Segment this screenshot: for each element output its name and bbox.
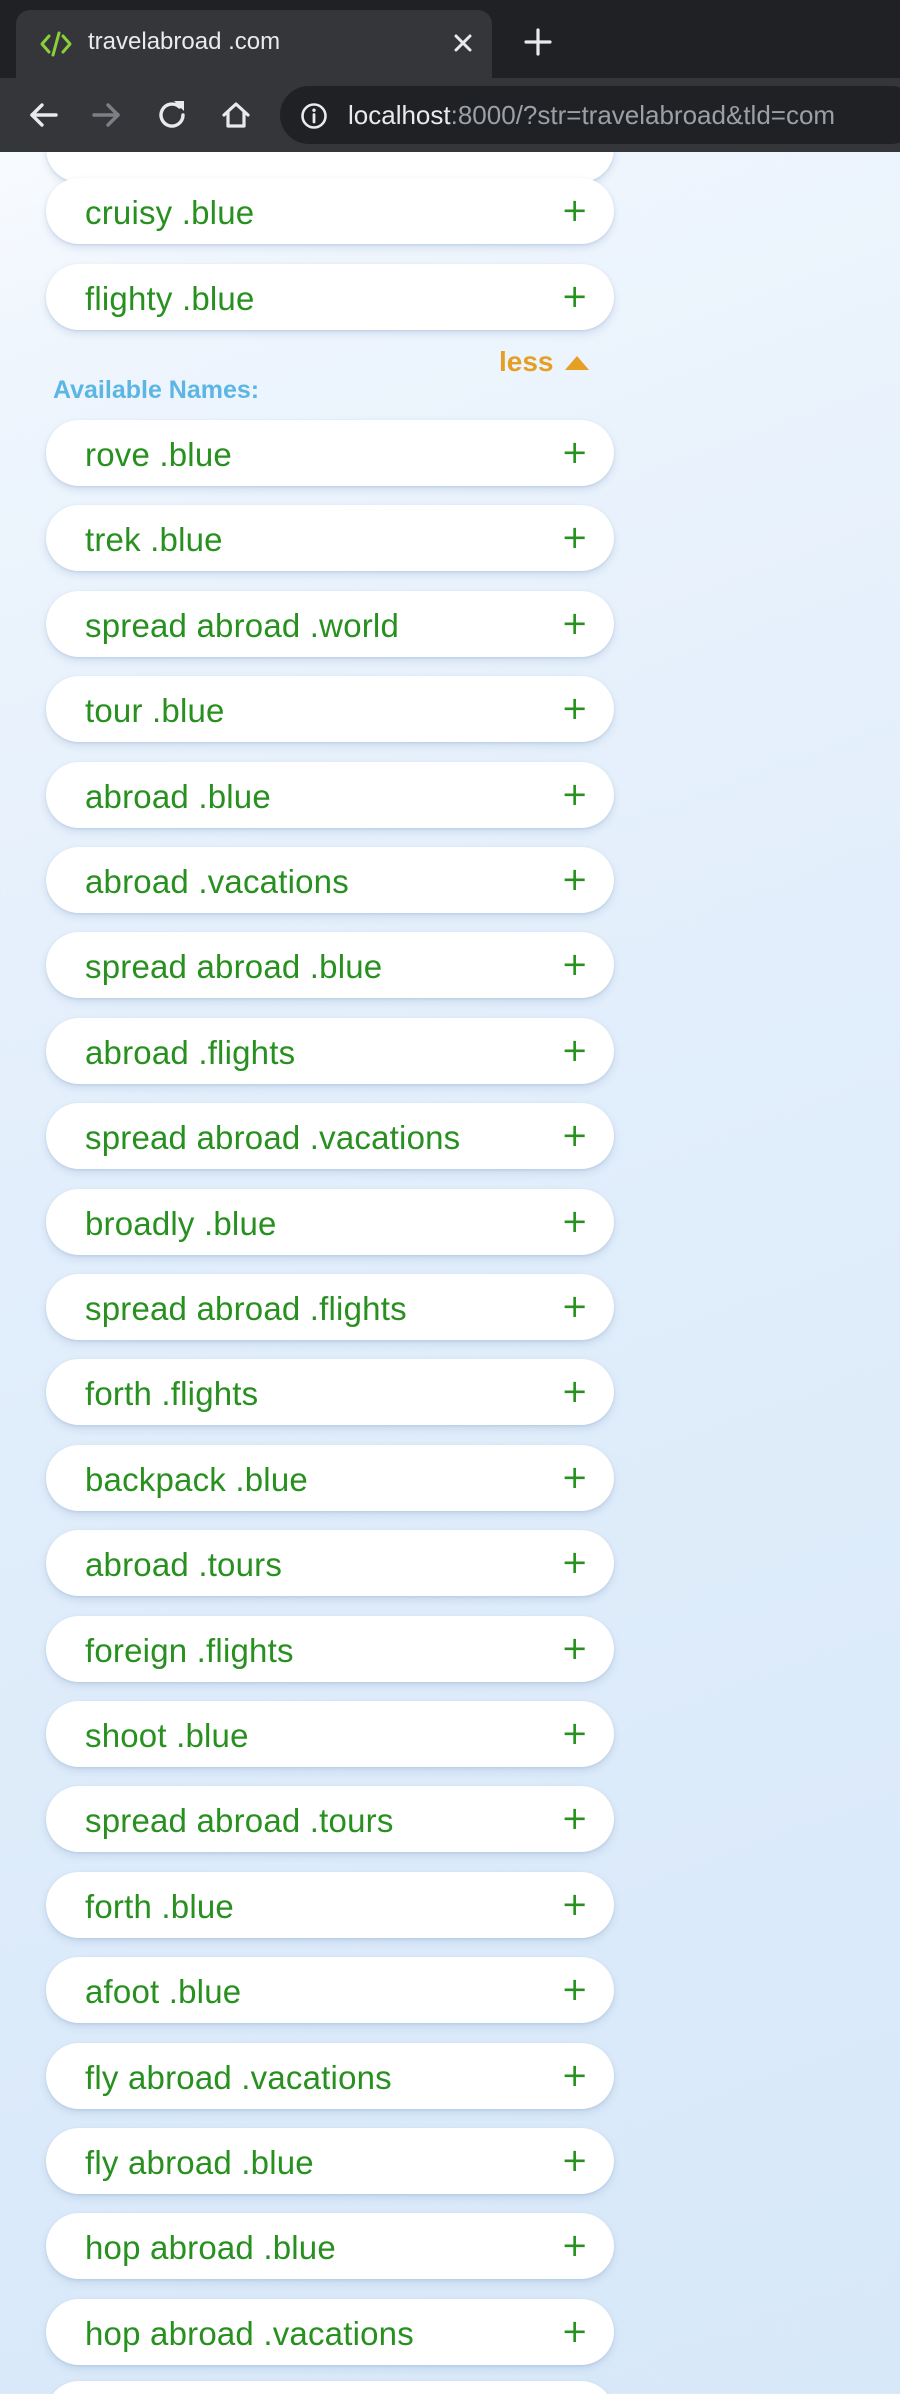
list-item[interactable]: broadly .blue + [46,1188,614,1255]
domain-name: spread abroad .tours [85,1802,394,1840]
domain-name: foreign .flights [85,1631,294,1669]
list-item[interactable]: hop abroad .blue + [46,2213,614,2280]
domain-name: abroad .flights [85,1033,296,1071]
add-button[interactable]: + [561,1459,588,1495]
add-button[interactable]: + [561,278,588,314]
domain-name: spread abroad .blue [85,948,383,986]
less-toggle[interactable]: less [499,346,554,378]
add-button[interactable]: + [561,1971,588,2007]
add-button[interactable]: + [561,946,588,982]
domain-name: trek .blue [85,521,223,559]
tab-strip: travelabroad .com [0,0,900,78]
add-button[interactable]: + [561,1800,588,1836]
page-content: cruisy .blue + flighty .blue + less Availab… [0,152,900,2394]
tab-title: travelabroad .com [88,28,281,55]
add-button[interactable]: + [561,2227,588,2263]
add-button[interactable]: + [561,605,588,641]
list-item[interactable]: fly abroad .vacations + [46,2042,614,2109]
list-item[interactable]: rove .blue + [46,420,614,486]
domain-name: hop abroad .vacations [85,2314,414,2352]
url-host: localhost [348,100,451,130]
list-item[interactable]: abroad .blue + [46,761,614,828]
add-button[interactable]: + [561,2142,588,2178]
domain-name: backpack .blue [85,1460,308,1498]
list-item[interactable]: spread abroad .world + [46,590,614,657]
list-item[interactable]: cruisy .blue + [46,178,614,244]
add-button[interactable]: + [561,1032,588,1068]
domain-name: flighty .blue [85,279,255,317]
domain-name: cruisy .blue [85,194,255,231]
toolbar: localhost:8000/?str=travelabroad&tld=com [0,78,900,152]
domain-name: spread abroad .vacations [85,1119,461,1157]
available-names-heading: Available Names: [53,376,260,404]
list-item[interactable]: flighty .blue + [46,263,614,330]
list-item[interactable]: foreign .flights + [46,1615,614,1682]
add-button[interactable]: + [561,1886,588,1922]
add-button[interactable]: + [561,1373,588,1409]
domain-name: shoot .blue [85,1717,249,1754]
arrow-left-icon[interactable] [24,95,64,135]
list-item[interactable]: abroad .tours + [46,1530,614,1597]
add-button[interactable]: + [561,2313,588,2349]
arrow-right-icon[interactable] [86,95,126,135]
domain-name: forth .flights [85,1375,259,1413]
home-icon[interactable] [216,95,256,135]
list-item[interactable]: spread abroad .blue + [46,932,614,999]
list-item[interactable]: spread abroad .flights + [46,1274,614,1340]
add-button[interactable]: + [561,1117,588,1153]
list-item[interactable]: abroad .flights + [46,1017,614,1084]
domain-name: rove .blue [85,436,232,473]
domain-name: abroad .vacations [85,863,349,900]
browser-tab[interactable]: travelabroad .com [16,10,492,78]
browser-chrome: travelabroad .com localhost:8000/?str=tr… [0,0,900,152]
add-button[interactable]: + [561,1544,588,1580]
list-item[interactable]: spread abroad .vacations + [46,1103,614,1170]
list-item[interactable]: shoot .blue + [46,1701,614,1767]
list-item[interactable]: abroad .vacations + [46,847,614,913]
list-item[interactable]: forth .flights + [46,1359,614,1426]
domain-name: hop abroad .blue [85,2229,336,2267]
domain-name: abroad .tours [85,1546,283,1584]
list-item[interactable]: trek .blue + [46,505,614,572]
url-text: localhost:8000/?str=travelabroad&tld=com [348,100,835,131]
info-icon[interactable] [300,102,328,130]
caret-up-icon[interactable] [564,355,590,371]
add-button[interactable]: + [561,1203,588,1239]
close-icon[interactable] [448,28,478,58]
domain-name: tour .blue [85,692,225,730]
add-button[interactable]: + [561,861,588,897]
add-button[interactable]: + [561,776,588,812]
domain-name: afoot .blue [85,1973,242,2011]
domain-name: spread abroad .world [85,606,400,644]
list-item[interactable]: fly abroad .blue + [46,2128,614,2194]
domain-name: fly abroad .vacations [85,2058,392,2096]
add-button[interactable]: + [561,1630,588,1666]
add-button[interactable]: + [561,434,588,470]
add-button[interactable]: + [561,1715,588,1751]
plus-icon[interactable] [522,26,554,58]
add-button[interactable]: + [561,2057,588,2093]
domain-name: forth .blue [85,1887,234,1925]
list-item[interactable]: hop abroad .vacations + [46,2298,614,2365]
code-brackets-icon [40,31,72,57]
list-item[interactable]: afoot .blue + [46,1957,614,2024]
add-button[interactable]: + [561,1288,588,1324]
list-item[interactable]: tour .blue + [46,676,614,743]
add-button[interactable]: + [561,690,588,726]
list-item[interactable]: forth .blue + [46,1871,614,1938]
domain-name: spread abroad .flights [85,1290,407,1327]
domain-name: broadly .blue [85,1204,277,1242]
url-path: :8000/?str=travelabroad&tld=com [450,100,836,130]
domain-name: fly abroad .blue [85,2144,314,2181]
domain-name: abroad .blue [85,777,271,815]
list-item[interactable]: spread abroad .tours + [46,1786,614,1853]
list-item-partial [46,2381,614,2394]
list-item[interactable]: backpack .blue + [46,1444,614,1511]
reload-icon[interactable] [152,95,192,135]
add-button[interactable]: + [561,519,588,555]
add-button[interactable]: + [561,192,588,228]
address-bar[interactable]: localhost:8000/?str=travelabroad&tld=com [280,86,900,144]
